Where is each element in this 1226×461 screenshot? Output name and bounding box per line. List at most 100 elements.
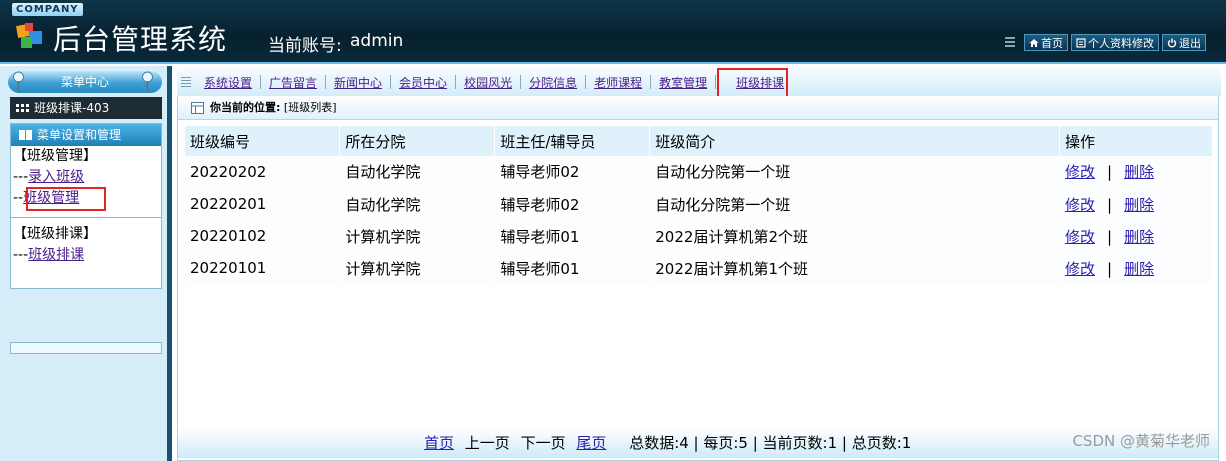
home-icon [1029,38,1039,47]
menu-panel-title: 菜单设置和管理 [37,128,122,142]
home-button[interactable]: 首页 [1024,34,1068,51]
sidebar-footer [10,342,162,354]
breadcrumb: 你当前的位置: [班级列表] [178,96,1218,120]
header-actions: 首页 个人资料修改 退出 [1005,34,1206,51]
company-badge: COMPANY [12,3,83,16]
column-header: 班级简介 [649,126,1061,156]
cell-actions: 修改 | 删除 [1059,220,1213,253]
edit-link[interactable]: 修改 [1065,228,1095,246]
table-icon [191,102,204,114]
pager-first-link[interactable]: 首页 [424,434,454,452]
cell-branch: 计算机学院 [339,220,496,253]
cell-branch: 计算机学院 [339,252,496,285]
menu-item-prefix: -- [13,190,24,206]
cell-actions: 修改 | 删除 [1059,188,1213,221]
nav-system-settings[interactable]: 系统设置 [196,74,260,91]
list-icon [1005,36,1015,49]
pin-icon [13,71,24,93]
home-button-label: 首页 [1041,36,1063,50]
cell-branch: 自动化学院 [339,156,496,189]
cell-class-id: 20220201 [185,188,341,221]
highlight-box-sidebar [26,187,106,211]
table-row: 20220202 自动化学院 辅导老师02 自动化分院第一个班 修改 | 删除 [185,156,1213,189]
table-row: 20220102 计算机学院 辅导老师01 2022届计算机第2个班 修改 | 删除 [185,220,1213,253]
cell-advisor: 辅导老师02 [494,188,651,221]
current-menu-label: 班级排课-403 [34,101,110,115]
pin-icon [142,71,153,93]
profile-icon [1076,37,1086,48]
nav-member-center[interactable]: 会员中心 [391,74,455,91]
delete-link[interactable]: 删除 [1124,196,1154,214]
class-table: 班级编号 所在分院 班主任/辅导员 班级简介 操作 20220202 自动化学院… [185,126,1213,285]
cell-advisor: 辅导老师02 [494,156,651,189]
table-header-row: 班级编号 所在分院 班主任/辅导员 班级简介 操作 [185,126,1213,156]
cell-actions: 修改 | 删除 [1059,252,1213,285]
menu-link-class-schedule[interactable]: 班级排课 [28,247,84,263]
app-title: 后台管理系统 [53,23,228,56]
cell-intro: 自动化分院第一个班 [649,188,1061,221]
table-row: 20220201 自动化学院 辅导老师02 自动化分院第一个班 修改 | 删除 [185,188,1213,221]
watermark: CSDN @黄菊华老师 [1072,432,1210,450]
list-icon [181,76,191,88]
column-header: 班级编号 [185,126,341,156]
op-separator: | [1107,227,1113,246]
account-label: 当前账号: [268,36,342,56]
cube-logo-icon [16,23,42,48]
nav-ads-messages[interactable]: 广告留言 [261,74,325,91]
menu-panel-header: 菜单设置和管理 [11,124,161,146]
column-header: 操作 [1059,126,1213,156]
current-menu-item[interactable]: 班级排课-403 [10,97,162,119]
app-header: COMPANY 后台管理系统 当前账号: admin 首页 个人资料修改 退出 [0,0,1226,64]
delete-link[interactable]: 删除 [1124,260,1154,278]
main-content: 你当前的位置: [班级列表] 班级编号 所在分院 班主任/辅导员 班级简介 操作… [177,96,1219,461]
menu-item-prefix: --- [13,169,29,185]
account-value: admin [350,31,404,51]
menu-item-class-schedule[interactable]: ---班级排课 [11,245,161,266]
cell-class-id: 20220101 [185,252,341,285]
pager-next[interactable]: 下一页 [521,434,566,452]
nav-branch-info[interactable]: 分院信息 [521,74,585,91]
menu-link-add-class[interactable]: 录入班级 [28,169,84,185]
profile-edit-button[interactable]: 个人资料修改 [1071,34,1159,51]
grid-icon [16,104,29,112]
nav-campus-scenery[interactable]: 校园风光 [456,74,520,91]
cell-intro: 自动化分院第一个班 [649,156,1061,189]
cell-advisor: 辅导老师01 [494,252,651,285]
book-icon [19,130,32,140]
edit-link[interactable]: 修改 [1065,163,1095,181]
column-header: 所在分院 [339,126,496,156]
pager-summary: 总数据:4 | 每页:5 | 当前页数:1 | 总页数:1 [629,434,912,452]
menu-center-title: 菜单中心 [8,71,162,93]
breadcrumb-value: [班级列表] [283,101,337,114]
profile-edit-label: 个人资料修改 [1088,36,1154,50]
delete-link[interactable]: 删除 [1124,163,1154,181]
cell-branch: 自动化学院 [339,188,496,221]
edit-link[interactable]: 修改 [1065,260,1095,278]
power-icon [1167,38,1177,48]
column-header: 班主任/辅导员 [494,126,651,156]
pagination: 首页 上一页 下一页 尾页 总数据:4 | 每页:5 | 当前页数:1 | 总页… [178,428,1218,458]
cell-intro: 2022届计算机第2个班 [649,220,1061,253]
delete-link[interactable]: 删除 [1124,228,1154,246]
table-row: 20220101 计算机学院 辅导老师01 2022届计算机第1个班 修改 | 删除 [185,252,1213,285]
nav-classroom-management[interactable]: 教室管理 [651,74,715,91]
top-nav: 系统设置 广告留言 新闻中心 会员中心 校园风光 分院信息 老师课程 教室管理 … [177,68,1221,96]
menu-item-prefix: --- [13,247,29,263]
pager-last-link[interactable]: 尾页 [576,434,606,452]
cell-class-id: 20220102 [185,220,341,253]
op-separator: | [1107,259,1113,278]
pager-prev[interactable]: 上一页 [465,434,510,452]
cell-intro: 2022届计算机第1个班 [649,252,1061,285]
logout-label: 退出 [1179,36,1201,50]
nav-news-center[interactable]: 新闻中心 [326,74,390,91]
menu-item-add-class[interactable]: ---录入班级 [11,167,161,188]
nav-teacher-courses[interactable]: 老师课程 [586,74,650,91]
breadcrumb-label: 你当前的位置: [210,101,281,114]
menu-group-title: 【班级排课】 [13,226,97,242]
menu-divider [11,217,161,218]
logout-button[interactable]: 退出 [1162,34,1206,51]
left-sidebar: 菜单中心 班级排课-403 菜单设置和管理 【班级管理】 ---录入班级 --班… [0,66,172,461]
edit-link[interactable]: 修改 [1065,196,1095,214]
cell-advisor: 辅导老师01 [494,220,651,253]
cell-class-id: 20220202 [185,156,341,189]
